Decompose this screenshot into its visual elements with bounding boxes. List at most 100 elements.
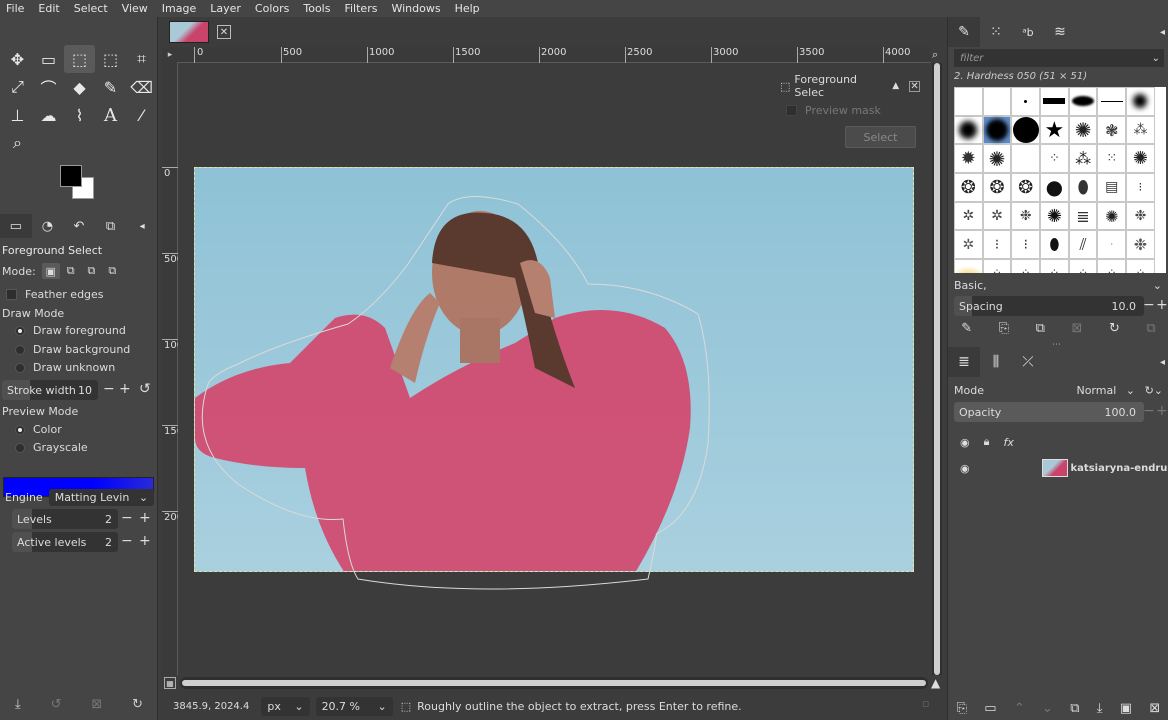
mode-replace-icon[interactable]: ▣ [41, 263, 60, 279]
restore-tool-preset-icon[interactable]: ↺ [51, 697, 62, 717]
rect-select-tool-icon[interactable]: ▭ [33, 45, 64, 73]
brush-item[interactable]: ❂ [982, 173, 1012, 202]
feather-edges-checkbox[interactable] [6, 289, 17, 300]
draw-unknown-option[interactable]: Draw unknown [15, 361, 115, 374]
image-canvas[interactable] [194, 167, 914, 572]
menu-help[interactable]: Help [455, 2, 480, 15]
lower-layer-icon[interactable]: ⌄ [1042, 701, 1053, 716]
brush-item[interactable]: ● [1040, 173, 1069, 202]
tool-options-tab-icon[interactable]: ▭ [0, 214, 32, 238]
brush-item[interactable]: ✲ [954, 230, 983, 260]
brush-item[interactable] [954, 115, 983, 145]
brush-item[interactable] [982, 87, 1012, 116]
channels-tab-icon[interactable]: ⫼ [980, 347, 1012, 377]
menu-view[interactable]: View [122, 2, 148, 15]
ruler-left[interactable]: 0 500 1000 1500 2000 [162, 63, 189, 675]
active-levels-spinner[interactable]: Active levels 2 [12, 532, 118, 552]
crop-tool-icon[interactable]: ⌗ [126, 45, 157, 73]
brush-item[interactable]: ❂ [954, 173, 983, 202]
bucket-fill-tool-icon[interactable]: ◆ [64, 73, 95, 101]
duplicate-brush-icon[interactable]: ⧉ [1036, 321, 1045, 341]
dock-tab-menu-icon[interactable]: ◂ [1160, 357, 1165, 368]
spacing-minus-icon[interactable]: − [1143, 297, 1155, 313]
brush-item[interactable]: ⁂ [1068, 144, 1098, 174]
images-tab-icon[interactable]: ⧉ [95, 214, 127, 238]
clone-tool-icon[interactable]: ⊥ [2, 101, 33, 129]
active-levels-minus-icon[interactable]: − [121, 533, 133, 549]
stroke-width-spinner[interactable]: Stroke width 10 [2, 380, 98, 400]
brush-item[interactable]: ⁘ [1011, 259, 1041, 273]
brush-item[interactable]: · [1097, 230, 1127, 260]
open-brush-as-image-icon[interactable]: ⧉ [1146, 321, 1155, 341]
navigate-icon[interactable]: ▦ [164, 677, 176, 689]
zoom-to-fit-icon[interactable]: ⌕ [932, 48, 938, 62]
brush-item[interactable]: ⬮ [1068, 173, 1098, 202]
stroke-width-reset-icon[interactable]: ↺ [139, 381, 151, 397]
brush-item[interactable]: ❂ [1011, 173, 1041, 202]
edit-brush-icon[interactable]: ✎ [961, 321, 972, 341]
eraser-tool-icon[interactable]: ⌫ [126, 73, 157, 101]
brush-item[interactable]: ⁝ [982, 230, 1012, 260]
foreground-select-tool-icon[interactable]: ⬚ [64, 45, 95, 73]
feather-edges-row[interactable]: Feather edges [2, 288, 104, 301]
tab-menu-icon[interactable]: ◂ [126, 214, 158, 238]
mode-add-icon[interactable]: ⧉ [67, 264, 75, 278]
layer-item[interactable]: ◉ katsiaryna-endruszk [954, 456, 1168, 480]
brush-item[interactable]: ✲ [954, 201, 983, 231]
paths-tab-icon[interactable]: ⤫ [1012, 347, 1044, 377]
preview-mask-row[interactable]: Preview mask [786, 104, 920, 117]
device-status-tab-icon[interactable]: ◔ [32, 214, 64, 238]
brush-item[interactable]: ≣ [1068, 201, 1098, 231]
layer-name[interactable]: katsiaryna-endruszk [1071, 463, 1168, 474]
brush-item[interactable] [1068, 87, 1098, 116]
opacity-spinner[interactable]: Opacity 100.0 [954, 402, 1144, 422]
levels-plus-icon[interactable]: + [139, 510, 151, 526]
brush-item[interactable]: ⁂ [1126, 115, 1155, 145]
zoom-tool-icon[interactable]: ⌕ [2, 129, 33, 157]
levels-spinner[interactable]: Levels 2 [12, 509, 118, 529]
image-tab-thumbnail[interactable] [169, 21, 209, 43]
spacing-spinner[interactable]: Spacing 10.0 [954, 296, 1144, 316]
levels-minus-icon[interactable]: − [121, 510, 133, 526]
menu-file[interactable]: File [6, 2, 24, 15]
layer-mode-switch-icon[interactable]: ↻⌄ [1145, 384, 1163, 397]
fuzzy-select-tool-icon[interactable]: ⬚ [95, 45, 126, 73]
preview-mask-checkbox[interactable] [786, 105, 797, 116]
brush-item[interactable]: ⫽ [1068, 230, 1098, 260]
save-tool-preset-icon[interactable]: ⤓ [15, 697, 21, 717]
lock-header-icon[interactable]: 🔒︎ [984, 435, 990, 449]
brush-item[interactable]: ⁘ [982, 259, 1012, 273]
gradients-tab-icon[interactable]: ≋ [1044, 17, 1076, 47]
close-image-tab-icon[interactable]: ✕ [217, 25, 231, 39]
draw-foreground-radio[interactable] [15, 325, 25, 336]
ruler-top[interactable]: 0 500 1000 1500 2000 2500 3000 3500 4000 [177, 47, 931, 63]
chevron-down-icon[interactable]: ⌄ [1152, 53, 1160, 64]
brush-item[interactable] [1040, 87, 1069, 116]
brush-item[interactable]: ⁘ [1097, 259, 1127, 273]
delete-layer-icon[interactable]: ⊠ [1149, 701, 1160, 716]
brush-item[interactable]: ★ [1040, 115, 1069, 145]
draw-background-radio[interactable] [15, 344, 25, 355]
fx-header-icon[interactable]: fx [1003, 436, 1013, 449]
brush-item[interactable]: ⁘ [1126, 259, 1155, 273]
patterns-tab-icon[interactable]: ⁙ [980, 17, 1012, 47]
visibility-header-icon[interactable]: ◉ [960, 436, 970, 449]
fonts-tab-icon[interactable]: ᵃb [1012, 17, 1044, 47]
stroke-width-plus-icon[interactable]: + [119, 381, 131, 397]
raise-layer-icon[interactable]: ⌃ [1014, 701, 1025, 716]
brush-item[interactable] [982, 115, 1012, 145]
preview-grayscale-radio[interactable] [15, 442, 25, 453]
reset-tool-options-icon[interactable]: ↻ [132, 697, 143, 717]
warp-tool-icon[interactable]: ⌒ [33, 73, 64, 101]
smudge-tool-icon[interactable]: ☁ [33, 101, 64, 129]
unit-select[interactable]: px ⌄ [261, 696, 310, 716]
brush-item[interactable]: ⁘ [1040, 144, 1069, 174]
fs-panel-close-icon[interactable]: ✕ [909, 80, 920, 92]
menu-colors[interactable]: Colors [255, 2, 289, 15]
menu-filters[interactable]: Filters [344, 2, 377, 15]
spacing-plus-icon[interactable]: + [1156, 297, 1168, 313]
brush-item[interactable] [1011, 115, 1041, 145]
canvas-area[interactable] [178, 64, 930, 675]
brush-item[interactable]: ✺ [1126, 144, 1155, 174]
vertical-scrollbar[interactable] [932, 63, 942, 675]
